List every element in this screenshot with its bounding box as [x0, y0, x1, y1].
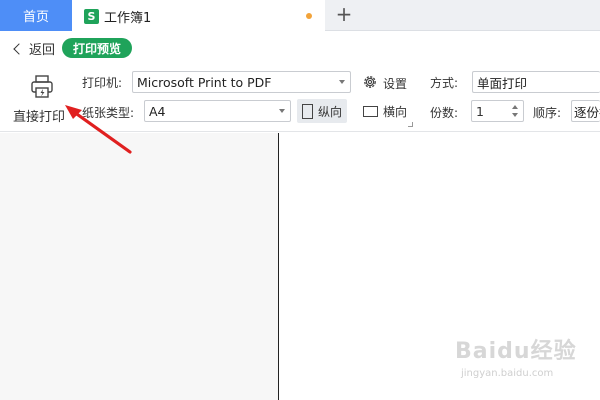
chevron-down-icon: [279, 109, 285, 113]
print-preview-badge: 打印预览: [62, 38, 133, 58]
printer-value: Microsoft Print to PDF: [137, 74, 272, 90]
portrait-label: 纵向: [318, 104, 343, 119]
printer-select[interactable]: Microsoft Print to PDF: [132, 71, 351, 93]
landscape-page-icon: [363, 105, 378, 117]
annotation-arrow: [65, 105, 132, 154]
order-label: 顺序:: [533, 106, 562, 120]
new-tab-button[interactable]: +: [334, 4, 354, 26]
settings-button[interactable]: 设置: [383, 75, 407, 92]
portrait-page-icon: [302, 103, 313, 119]
back-label: 返回: [29, 43, 56, 58]
portrait-button[interactable]: 纵向: [297, 99, 348, 123]
order-value: 逐份打: [574, 104, 600, 120]
tab-workbook-label: 工作簿1: [104, 10, 152, 26]
tab-workbook[interactable]: S 工作簿1: [72, 0, 325, 32]
copies-stepper[interactable]: 1: [471, 100, 524, 122]
mode-value: 单面打印: [477, 75, 528, 91]
direct-print-label: 直接打印: [13, 110, 66, 125]
back-button[interactable]: 返回: [12, 39, 55, 58]
order-select[interactable]: 逐份打: [571, 100, 600, 122]
printer-icon: [31, 75, 53, 98]
landscape-button[interactable]: 横向: [358, 99, 412, 123]
mode-label: 方式:: [430, 76, 459, 90]
page-thumbnail-pane: [0, 133, 279, 400]
preview-nav: 返回 打印预览: [0, 37, 600, 61]
gear-icon[interactable]: [362, 74, 378, 90]
watermark-logo: Baidu经验: [455, 339, 577, 364]
unsaved-indicator: [306, 13, 312, 19]
copies-label: 份数:: [430, 106, 459, 120]
watermark-url: jingyan.baidu.com: [461, 368, 554, 379]
mode-select[interactable]: 单面打印: [472, 71, 600, 93]
tab-bar: 首页 S 工作簿1 +: [0, 0, 600, 32]
chevron-down-icon: [339, 80, 345, 84]
copies-value: 1: [476, 103, 484, 119]
direct-print-button[interactable]: 直接打印: [8, 68, 66, 126]
paper-type-select[interactable]: A4: [144, 100, 291, 122]
baidu-watermark: Baidu经验 jingyan.baidu.com: [455, 333, 595, 388]
landscape-label: 横向: [383, 104, 408, 119]
back-chevron-icon: [13, 42, 25, 55]
printer-label: 打印机:: [82, 76, 123, 90]
tab-home[interactable]: 首页: [0, 0, 72, 31]
stepper-arrows-icon[interactable]: [512, 103, 520, 119]
more-options-corner[interactable]: [408, 122, 413, 127]
paper-type-value: A4: [149, 103, 166, 119]
spreadsheet-icon: S: [84, 8, 99, 24]
